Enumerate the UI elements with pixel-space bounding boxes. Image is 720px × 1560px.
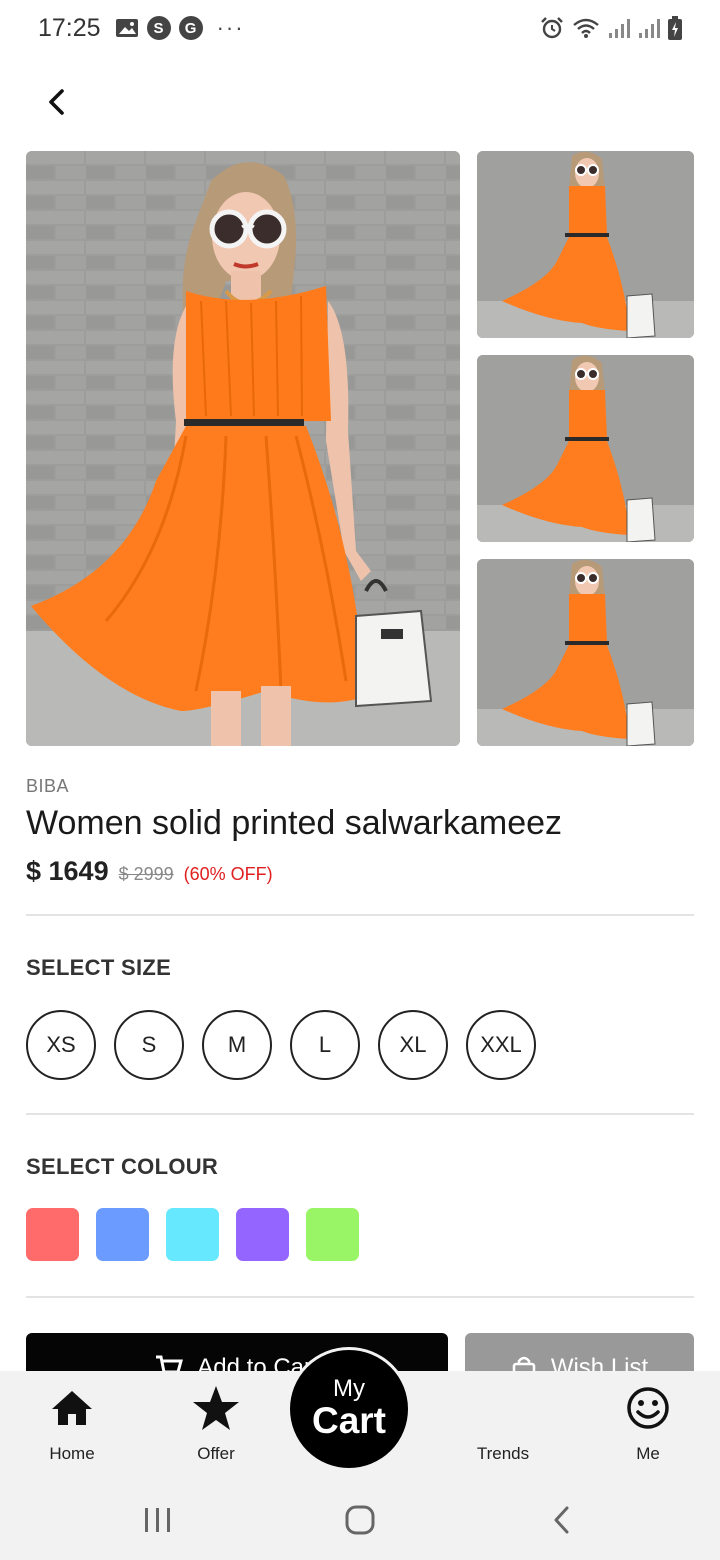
home-icon [50,1387,94,1429]
colour-swatch-blue[interactable] [96,1208,149,1261]
colour-swatch-purple[interactable] [236,1208,289,1261]
size-options: XS S M L XL XXL [26,1010,536,1080]
product-brand: BIBA [26,776,70,796]
signal-icon [638,17,660,39]
select-colour-title: SELECT COLOUR [26,1154,219,1179]
nav-offer-label: Offer [197,1444,235,1463]
recent-apps-button[interactable] [128,1500,188,1540]
image-icon [115,17,139,39]
wifi-icon [572,17,600,39]
recent-apps-icon [145,1508,170,1532]
size-option-xs[interactable]: XS [26,1010,96,1080]
nav-me[interactable]: Me [593,1371,703,1478]
product-mrp: $ 2999 [118,864,174,884]
system-nav-bar [0,1478,720,1560]
back-button[interactable] [34,80,78,124]
product-discount: (60% OFF) [183,864,273,884]
divider [26,1296,694,1298]
g-icon: G [178,16,203,40]
my-cart-button[interactable]: My Cart [287,1347,411,1471]
nav-trends[interactable]: Trends [448,1371,558,1478]
size-option-xl[interactable]: XL [378,1010,448,1080]
product-thumbnail[interactable] [477,151,694,338]
status-left-icons: S G ··· [115,15,245,41]
home-circle-icon [345,1505,375,1535]
chevron-left-icon [49,89,64,115]
divider [26,914,694,916]
system-home-button[interactable] [330,1500,390,1540]
my-cart-top-label: My [333,1374,365,1402]
size-option-l[interactable]: L [290,1010,360,1080]
nav-offer[interactable]: Offer [161,1371,271,1478]
colour-swatch-red[interactable] [26,1208,79,1261]
nav-home-label: Home [49,1444,95,1463]
price-row: $ 1649 $ 2999 (60% OFF) [26,856,273,887]
product-price: $ 1649 [26,856,109,886]
status-bar: 17:25 S G ··· [0,0,720,56]
battery-charging-icon [668,16,682,40]
size-option-xxl[interactable]: XXL [466,1010,536,1080]
my-cart-main-label: Cart [311,1399,387,1441]
system-back-button[interactable] [532,1500,592,1540]
star-icon [192,1386,240,1430]
smiley-icon [626,1387,670,1429]
divider [26,1113,694,1115]
product-thumbnail[interactable] [477,559,694,746]
nav-trends-label: Trends [476,1444,530,1463]
more-dots-icon: ··· [216,15,245,40]
nav-me-label: Me [636,1444,660,1463]
colour-options [26,1208,359,1261]
alarm-icon [540,16,564,40]
status-right-icons [540,16,682,40]
select-size-title: SELECT SIZE [26,955,172,980]
signal-icon [608,17,630,39]
product-main-image[interactable] [26,151,460,746]
status-time: 17:25 [38,13,101,42]
colour-swatch-green[interactable] [306,1208,359,1261]
product-thumbnail[interactable] [477,355,694,542]
nav-home[interactable]: Home [17,1371,127,1478]
size-option-m[interactable]: M [202,1010,272,1080]
back-arrow-icon [554,1506,569,1534]
product-title: Women solid printed salwarkameez [26,804,563,842]
s-icon: S [146,16,171,40]
colour-swatch-cyan[interactable] [166,1208,219,1261]
size-option-s[interactable]: S [114,1010,184,1080]
